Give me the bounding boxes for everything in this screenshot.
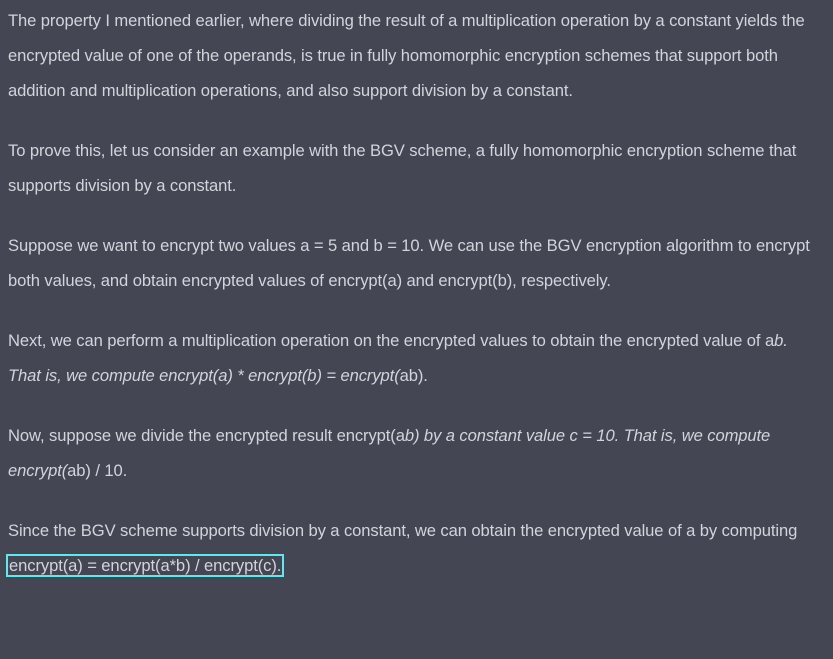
text-segment: To prove this, let us consider an exampl… <box>8 141 797 195</box>
text-segment: The property I mentioned earlier, where … <box>8 11 805 100</box>
text-segment: Since the BGV scheme supports division b… <box>8 521 798 540</box>
message-paragraph: Suppose we want to encrypt two values a … <box>8 228 825 298</box>
highlighted-text: encrypt(a) = encrypt(a*b) / encrypt(c). <box>5 554 285 577</box>
message-paragraph: Next, we can perform a multiplication op… <box>8 323 825 393</box>
text-segment: Next, we can perform a multiplication op… <box>8 331 775 350</box>
message-paragraph: To prove this, let us consider an exampl… <box>8 133 825 203</box>
assistant-message: The property I mentioned earlier, where … <box>0 0 833 583</box>
message-paragraph: The property I mentioned earlier, where … <box>8 3 825 108</box>
message-paragraph: Since the BGV scheme supports division b… <box>5 513 825 583</box>
text-segment: Suppose we want to encrypt two values a … <box>8 236 810 290</box>
message-paragraph: Now, suppose we divide the encrypted res… <box>8 418 825 488</box>
text-segment: ab) / 10. <box>67 461 128 480</box>
text-segment: ab). <box>399 366 428 385</box>
text-segment: Now, suppose we divide the encrypted res… <box>8 426 405 445</box>
